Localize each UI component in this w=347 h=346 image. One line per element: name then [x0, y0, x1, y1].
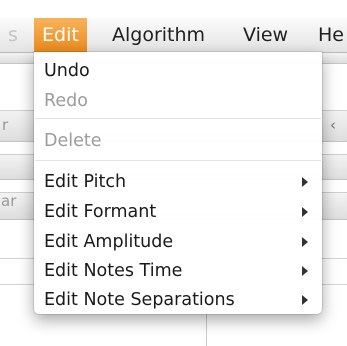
menu-item-label: Delete [44, 131, 102, 151]
menu-item-edit-amplitude[interactable]: Edit Amplitude [34, 229, 322, 255]
menu-separator [35, 118, 321, 119]
menubar-item-previous[interactable]: s [8, 18, 18, 52]
menu-item-label: Edit Formant [44, 202, 157, 222]
edit-menu: Undo Redo Delete Edit Pitch Edit Formant… [34, 52, 322, 314]
background-text-fragment: r [2, 116, 9, 134]
submenu-arrow-icon [302, 266, 308, 276]
menu-item-delete[interactable]: Delete [34, 128, 322, 154]
background-text-fragment: ar [1, 192, 17, 210]
menu-item-label: Edit Notes Time [44, 261, 183, 281]
menubar-item-view[interactable]: View [243, 18, 288, 52]
submenu-arrow-icon [302, 295, 308, 305]
menu-item-edit-notes-time[interactable]: Edit Notes Time [34, 258, 322, 284]
background-arrow-icon: ‹ [330, 116, 336, 134]
menubar-item-help[interactable]: He [318, 18, 344, 52]
menu-item-edit-pitch[interactable]: Edit Pitch [34, 169, 322, 195]
submenu-arrow-icon [302, 237, 308, 247]
menu-item-label: Undo [44, 61, 90, 81]
menu-item-edit-formant[interactable]: Edit Formant [34, 199, 322, 225]
background-column-divider [206, 314, 207, 346]
menu-item-redo[interactable]: Redo [34, 88, 322, 114]
submenu-arrow-icon [302, 207, 308, 217]
menu-item-label: Edit Note Separations [44, 290, 235, 310]
menu-item-undo[interactable]: Undo [34, 58, 322, 84]
menu-separator [35, 160, 321, 161]
menubar-item-algorithm[interactable]: Algorithm [112, 18, 205, 52]
menu-item-label: Redo [44, 91, 88, 111]
menu-item-label: Edit Pitch [44, 172, 127, 192]
menubar: s Edit Algorithm View He [0, 18, 347, 53]
menubar-item-edit[interactable]: Edit [34, 18, 87, 52]
menu-item-label: Edit Amplitude [44, 232, 174, 252]
submenu-arrow-icon [302, 177, 308, 187]
screenshot-stage: r ar ‹ s Edit Algorithm View He Undo Red… [0, 0, 347, 346]
menu-item-edit-note-separations[interactable]: Edit Note Separations [34, 287, 322, 313]
